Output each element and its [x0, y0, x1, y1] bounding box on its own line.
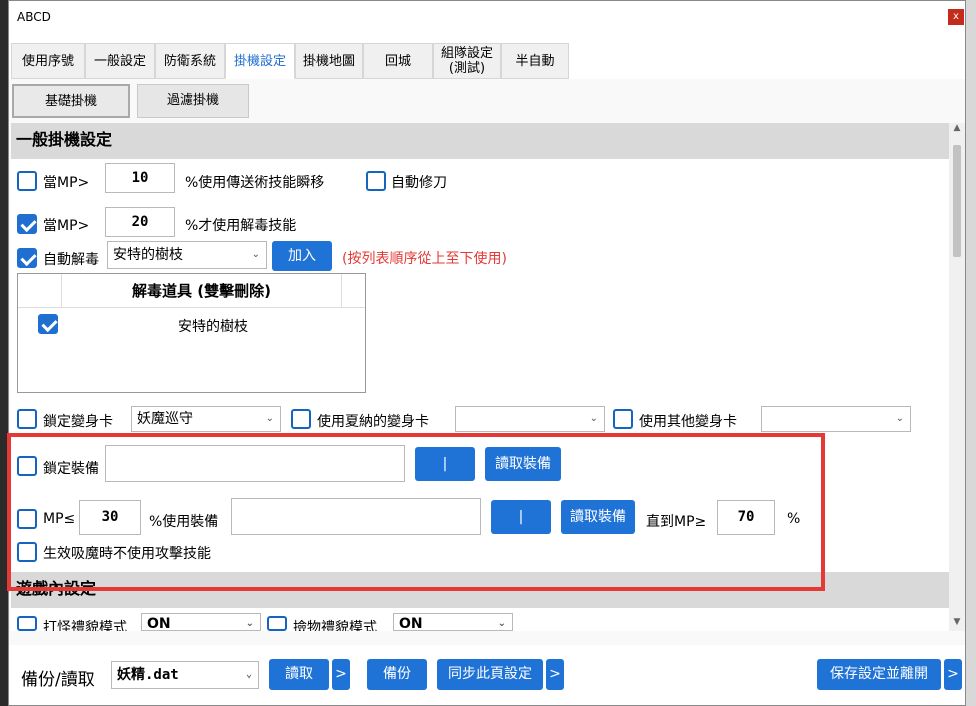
auto-detox-checkbox[interactable] — [17, 248, 37, 268]
chevron-down-icon: ⌄ — [895, 413, 904, 424]
pickup-mode-selected: ON — [399, 616, 423, 631]
detox-table: 解毒道具 (雙擊刪除) 安特的樹枝 — [17, 273, 366, 393]
save-more-button[interactable]: > — [944, 659, 962, 690]
tab-defense[interactable]: 防衛系統 — [155, 43, 225, 79]
monster-mode-selected: ON — [147, 616, 171, 631]
chevron-down-icon: ⌄ — [245, 669, 252, 680]
monster-mode-checkbox[interactable] — [17, 616, 37, 631]
other-card-label: 使用其他變身卡 — [639, 414, 737, 430]
mp-teleport-suffix: %使用傳送術技能瞬移 — [185, 175, 325, 191]
tab-general[interactable]: 一般設定 — [85, 43, 155, 79]
backup-button[interactable]: 備份 — [367, 659, 427, 690]
mp-detox-label: 當MP> — [43, 218, 90, 234]
sync-more-button[interactable]: > — [546, 659, 564, 690]
tab-label: 一般設定 — [93, 53, 146, 69]
backup-file-select[interactable]: 妖精.dat ⌄ — [111, 661, 259, 689]
lock-card-selected: 妖魔巡守 — [137, 411, 193, 427]
chevron-down-icon: ⌄ — [497, 618, 506, 629]
scroll-up-icon[interactable]: ▲ — [949, 123, 965, 137]
chevron-down-icon: ⌄ — [589, 413, 598, 424]
desktop-background — [0, 0, 8, 706]
tab-label: 組隊設定 (測試) — [440, 46, 493, 76]
detox-item-selected: 安特的樹枝 — [113, 247, 183, 263]
tab-party[interactable]: 組隊設定 (測試) — [433, 43, 501, 79]
other-card-checkbox[interactable] — [613, 409, 633, 429]
subtab-filter[interactable]: 過濾掛機 — [137, 84, 249, 118]
tab-return-town[interactable]: 回城 — [363, 43, 433, 79]
mp-detox-checkbox[interactable] — [17, 214, 37, 234]
bottom-bar: 備份/讀取 妖精.dat ⌄ 讀取 > 備份 同步此頁設定 > 保存設定並離開 > — [9, 645, 965, 705]
tab-label: 掛機地圖 — [302, 53, 355, 69]
table-row-item: 安特的樹枝 — [178, 319, 248, 335]
backup-read-label: 備份/讀取 — [21, 670, 95, 690]
tab-afk-map[interactable]: 掛機地圖 — [295, 43, 363, 79]
pickup-mode-checkbox[interactable] — [267, 616, 287, 631]
lock-card-select[interactable]: 妖魔巡守 ⌄ — [131, 406, 281, 432]
tab-label: 回城 — [384, 53, 411, 69]
mp-teleport-label: 當MP> — [43, 175, 90, 191]
save-exit-button[interactable]: 保存設定並離開 — [817, 659, 941, 690]
backup-file-selected: 妖精.dat — [117, 667, 179, 683]
read-more-button[interactable]: > — [332, 659, 350, 690]
table-header-end — [342, 274, 365, 308]
other-card-select[interactable]: ⌄ — [761, 406, 911, 432]
detox-item-select[interactable]: 安特的樹枝 ⌄ — [107, 241, 267, 269]
subtab-label: 過濾掛機 — [166, 93, 219, 108]
highlight-box — [7, 433, 825, 591]
tab-label: 使用序號 — [21, 53, 74, 69]
auto-repair-label: 自動修刀 — [391, 175, 447, 191]
window-title: ABCD — [17, 10, 51, 24]
mp-teleport-input[interactable]: 10 — [105, 163, 175, 193]
detox-note: (按列表順序從上至下使用) — [342, 251, 507, 267]
mp-detox-suffix: %才使用解毒技能 — [185, 218, 297, 234]
table-header-blank — [18, 274, 62, 308]
pickup-mode-select[interactable]: ON ⌄ — [393, 613, 513, 631]
auto-repair-checkbox[interactable] — [366, 171, 386, 191]
scroll-down-icon[interactable]: ▼ — [949, 617, 965, 631]
mp-detox-input[interactable]: 20 — [105, 207, 175, 237]
subtab-label: 基礎掛機 — [44, 94, 97, 109]
tab-afk-settings[interactable]: 掛機設定 — [225, 43, 295, 79]
table-row-checkbox[interactable] — [38, 314, 58, 334]
tab-label: 掛機設定 — [233, 53, 286, 69]
monster-mode-label: 打怪禮貌模式 — [43, 620, 127, 631]
desktop-background-right — [966, 0, 976, 706]
sync-page-button[interactable]: 同步此頁設定 — [437, 659, 543, 690]
chevron-down-icon: ⌄ — [245, 618, 254, 629]
nana-card-label: 使用夏納的變身卡 — [317, 414, 429, 430]
mp-teleport-checkbox[interactable] — [17, 171, 37, 191]
app-window: ABCD x 使用序號 一般設定 防衛系統 掛機設定 掛機地圖 回城 組隊設定 … — [7, 0, 966, 706]
read-button[interactable]: 讀取 — [269, 659, 329, 690]
section-title: 一般掛機設定 — [16, 130, 113, 149]
lock-card-checkbox[interactable] — [17, 409, 37, 429]
tab-semi-auto[interactable]: 半自動 — [501, 43, 569, 79]
chevron-down-icon: ⌄ — [251, 249, 260, 260]
table-header: 解毒道具 (雙擊刪除) — [62, 274, 342, 308]
auto-detox-label: 自動解毒 — [43, 252, 99, 268]
title-bar: ABCD x — [9, 1, 965, 35]
pickup-mode-label: 撿物禮貌模式 — [293, 620, 377, 631]
monster-mode-select[interactable]: ON ⌄ — [141, 613, 261, 631]
lock-card-label: 鎖定變身卡 — [43, 414, 113, 430]
tab-label: 防衛系統 — [163, 53, 216, 69]
chevron-down-icon: ⌄ — [265, 413, 274, 424]
nana-card-select[interactable]: ⌄ — [455, 406, 605, 432]
tab-serial[interactable]: 使用序號 — [11, 43, 85, 79]
tab-label: 半自動 — [515, 53, 555, 69]
close-button[interactable]: x — [948, 9, 964, 25]
subtab-basic[interactable]: 基礎掛機 — [12, 84, 130, 118]
section-general: 一般掛機設定 — [11, 123, 949, 159]
nana-card-checkbox[interactable] — [291, 409, 311, 429]
scrollbar-thumb[interactable] — [953, 145, 961, 257]
add-detox-button[interactable]: 加入 — [272, 241, 332, 271]
